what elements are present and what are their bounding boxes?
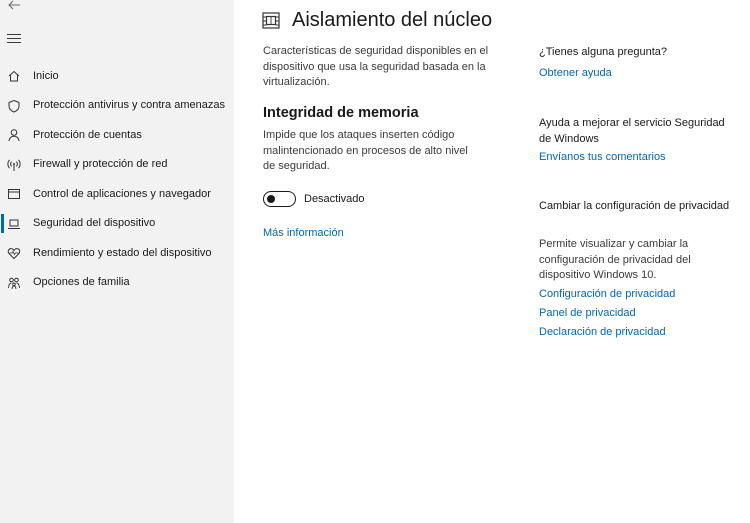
sidebar-item-account-protection[interactable]: Protección de cuentas [0, 120, 234, 150]
privacy-settings-link[interactable]: Configuración de privacidad [539, 288, 675, 300]
sidebar-item-virus-protection[interactable]: Protección antivirus y contra amenazas [0, 91, 234, 121]
privacy-description: Permite visualizar y cambiar la configur… [539, 238, 691, 281]
main-content: Aislamiento del núcleo Características d… [234, 0, 750, 523]
toggle-status-label: Desactivado [304, 193, 365, 205]
sidebar-item-label: Inicio [33, 69, 59, 82]
laptop-icon [8, 219, 20, 229]
browser-window-icon [8, 189, 20, 199]
sidebar-item-label: Firewall y protección de red [33, 158, 168, 171]
privacy-heading: Cambiar la configuración de privacidad [539, 200, 730, 212]
sidebar-item-firewall[interactable]: Firewall y protección de red [0, 150, 234, 180]
sidebar-item-device-security[interactable]: Seguridad del dispositivo [0, 209, 234, 239]
person-icon [8, 129, 20, 142]
sidebar-item-device-health[interactable]: Rendimiento y estado del dispositivo [0, 238, 234, 268]
sidebar-item-family-options[interactable]: Opciones de familia [0, 268, 234, 298]
home-icon [8, 70, 20, 82]
sidebar-item-label: Rendimiento y estado del dispositivo [33, 246, 212, 259]
sidebar-item-label: Control de aplicaciones y navegador [33, 187, 211, 200]
back-arrow-icon [8, 0, 20, 10]
core-isolation-icon [262, 12, 280, 29]
shield-icon [8, 99, 20, 113]
sidebar-item-label: Protección antivirus y contra amenazas [33, 99, 225, 112]
memory-integrity-toggle[interactable] [263, 191, 296, 207]
sidebar-nav: Inicio Protección antivirus y contra ame… [0, 61, 234, 297]
question-heading: ¿Tienes alguna pregunta? [539, 46, 668, 58]
send-feedback-link[interactable]: Envíanos tus comentarios [539, 151, 666, 163]
privacy-dashboard-link[interactable]: Panel de privacidad [539, 307, 636, 319]
family-icon [8, 277, 20, 289]
toggle-knob [267, 194, 275, 203]
sidebar-item-label: Protección de cuentas [33, 128, 142, 141]
improve-heading: Ayuda a mejorar el servicio Seguridad de… [539, 117, 725, 145]
hamburger-icon [7, 34, 21, 35]
sidebar-item-app-browser-control[interactable]: Control de aplicaciones y navegador [0, 179, 234, 209]
sidebar: Inicio Protección antivirus y contra ame… [0, 0, 234, 523]
hamburger-menu-button[interactable] [7, 34, 21, 45]
heart-icon [7, 248, 21, 260]
wifi-antenna-icon [7, 158, 21, 171]
page-title: Aislamiento del núcleo [292, 9, 493, 31]
get-help-link[interactable]: Obtener ayuda [539, 67, 612, 79]
memory-integrity-title: Integridad de memoria [263, 105, 419, 121]
more-info-link[interactable]: Más información [263, 227, 344, 239]
privacy-statement-link[interactable]: Declaración de privacidad [539, 326, 666, 338]
sidebar-item-home[interactable]: Inicio [0, 61, 234, 91]
page-description: Características de seguridad disponibles… [263, 45, 489, 88]
sidebar-item-label: Opciones de familia [33, 276, 130, 289]
back-button[interactable] [6, 0, 24, 12]
memory-integrity-description: Impide que los ataques inserten código m… [263, 129, 468, 172]
sidebar-item-label: Seguridad del dispositivo [33, 217, 156, 230]
